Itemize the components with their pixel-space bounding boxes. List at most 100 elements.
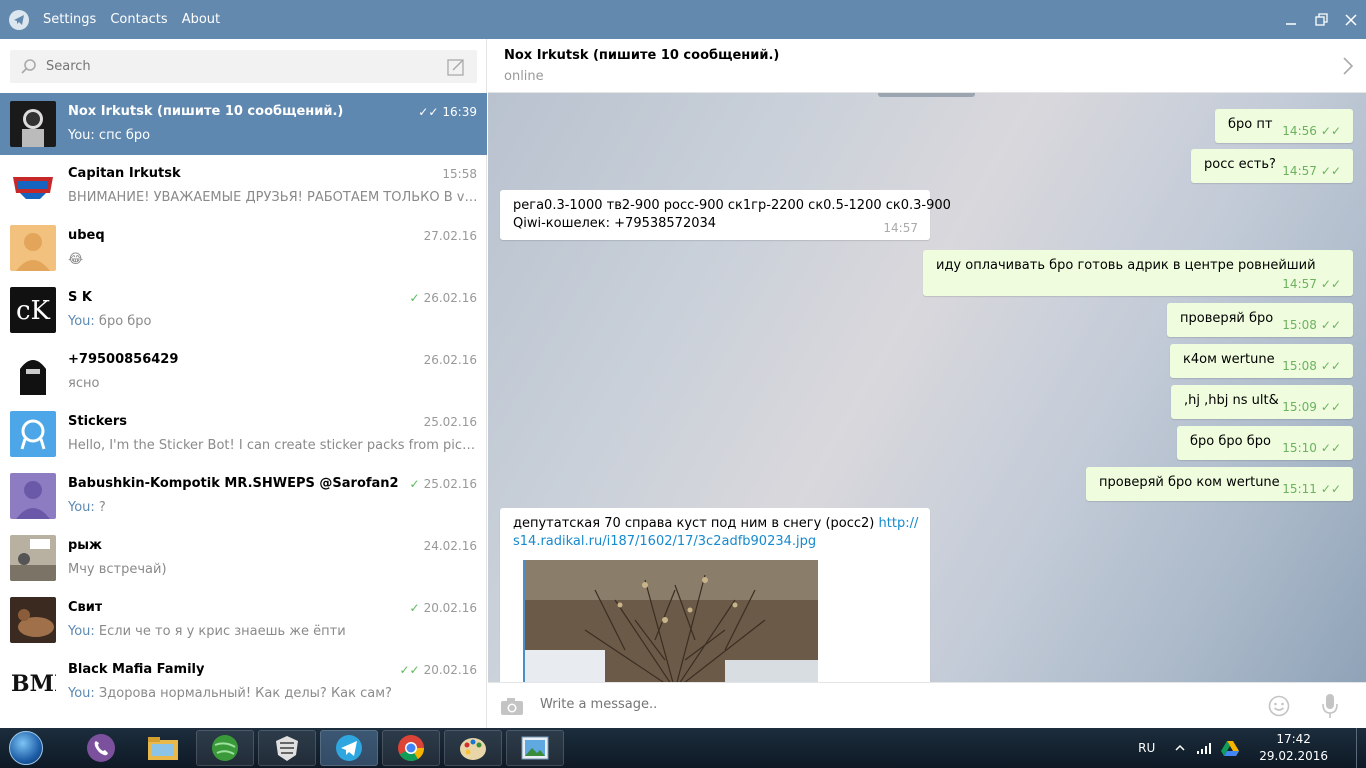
clock-time: 17:42	[1276, 732, 1311, 746]
outgoing-message[interactable]: бро пт 14:56 ✓✓	[1215, 109, 1353, 143]
menu-settings[interactable]: Settings	[43, 12, 96, 27]
dialog-name: Stickers	[68, 414, 128, 429]
dialog-item[interactable]: ubeq 27.02.16 😂	[0, 217, 487, 279]
message-history[interactable]: бро пт 14:56 ✓✓ росс есть? 14:57 ✓✓ рега0.…	[488, 93, 1366, 682]
double-check-icon: ✓✓	[1320, 400, 1341, 414]
chat-title: Nox Irkutsk (пишите 10 сообщений.)	[504, 48, 780, 63]
outgoing-message[interactable]: к4ом wertune 15:08 ✓✓	[1170, 344, 1353, 378]
dialog-item[interactable]: BMF Black Mafia Family ✓✓20.02.16 You: З…	[0, 651, 487, 713]
dialogs-panel: Nox Irkutsk (пишите 10 сообщений.) ✓✓16:…	[0, 39, 487, 728]
dialog-item[interactable]: рыж 24.02.16 Мчу встречай)	[0, 527, 487, 589]
dialog-date: ✓✓ 16:39	[418, 105, 477, 119]
dialog-date: ✓✓ 20.02.16	[399, 663, 477, 677]
double-check-icon: ✓✓	[1320, 482, 1341, 496]
chevron-right-icon[interactable]	[1342, 56, 1354, 76]
avatar: BMF	[10, 659, 56, 705]
dialog-preview: You: бро бро	[68, 314, 152, 329]
file-explorer-icon[interactable]	[134, 730, 192, 766]
telegram-logo-icon	[9, 9, 29, 30]
dialog-date: ✓ 20.02.16	[409, 601, 478, 615]
message-time: 14:56 ✓✓	[1282, 124, 1341, 138]
message-text: ,hj ,hbj ns ult&	[1184, 393, 1279, 408]
clock-date: 29.02.2016	[1259, 749, 1328, 763]
avatar	[10, 597, 56, 643]
globe-app-icon[interactable]	[196, 730, 254, 766]
restore-icon[interactable]	[1306, 0, 1336, 39]
dialog-item[interactable]: Nox Irkutsk (пишите 10 сообщений.) ✓✓ 16:…	[0, 93, 487, 155]
search-icon	[21, 58, 36, 74]
dialog-preview: You: Здорова нормальный! Как делы? Как с…	[68, 686, 392, 701]
camera-icon[interactable]	[500, 696, 524, 716]
outgoing-message[interactable]: бро бро бро 15:10 ✓✓	[1177, 426, 1353, 460]
dialog-date: ✓ 26.02.16	[409, 291, 478, 305]
viber-icon[interactable]	[72, 730, 130, 766]
tray-expand-icon[interactable]	[1175, 743, 1185, 753]
dialog-item[interactable]: Stickers 25.02.16 Hello, I'm the Sticker…	[0, 403, 487, 465]
double-check-icon: ✓✓	[1320, 318, 1341, 332]
outgoing-message[interactable]: росс есть? 14:57 ✓✓	[1191, 149, 1353, 183]
chat-header[interactable]: Nox Irkutsk (пишите 10 сообщений.) onlin…	[488, 39, 1366, 93]
google-drive-icon[interactable]	[1221, 740, 1240, 756]
message-link[interactable]: s14.radikal.ru/i187/1602/17/3c2adfb90234…	[513, 534, 816, 549]
language-indicator[interactable]: RU	[1138, 741, 1155, 755]
network-signal-icon[interactable]	[1197, 742, 1213, 754]
incoming-message[interactable]: рега0.3-1000 тв2-900 росс-900 ск1гр-2200…	[500, 190, 951, 240]
message-text: росс есть?	[1204, 157, 1276, 172]
outgoing-message[interactable]: ,hj ,hbj ns ult& 15:09 ✓✓	[1171, 385, 1353, 419]
photo-viewer-icon[interactable]	[506, 730, 564, 766]
taskbar: RU 17:42 29.02.2016	[0, 728, 1366, 768]
close-icon[interactable]	[1336, 0, 1366, 39]
dialog-preview: ВНИМАНИЕ! УВАЖАЕМЫЕ ДРУЗЬЯ! РАБОТАЕМ ТОЛ…	[68, 190, 478, 205]
microphone-icon[interactable]	[1322, 693, 1338, 719]
chrome-icon[interactable]	[382, 730, 440, 766]
dialog-date: 24.02.16	[423, 539, 477, 553]
dialog-preview: You: Если че то я у крис знаешь же ёпти	[68, 624, 346, 639]
message-input[interactable]	[540, 697, 1240, 712]
check-icon: ✓	[409, 291, 420, 305]
avatar: cK	[10, 287, 56, 333]
shield-app-icon[interactable]	[258, 730, 316, 766]
chat-panel: Nox Irkutsk (пишите 10 сообщений.) onlin…	[488, 39, 1366, 728]
clock[interactable]: 17:42 29.02.2016	[1259, 731, 1328, 765]
compose-icon[interactable]	[447, 58, 465, 76]
message-text: депутатская 70 справа куст под ним в сне…	[513, 516, 919, 531]
dialog-date: 27.02.16	[423, 229, 477, 243]
show-desktop-button[interactable]	[1356, 728, 1366, 768]
dialog-item[interactable]: Свит ✓ 20.02.16 You: Если че то я у крис …	[0, 589, 487, 651]
message-time: 14:57	[883, 221, 918, 235]
dialog-item[interactable]: +79500856429 26.02.16 ясно	[0, 341, 487, 403]
double-check-icon: ✓✓	[1320, 441, 1341, 455]
message-time: 15:09 ✓✓	[1282, 400, 1341, 414]
message-time: 15:11 ✓✓	[1282, 482, 1341, 496]
outgoing-message[interactable]: иду оплачивать бро готовь адрик в центре…	[923, 250, 1353, 296]
message-link[interactable]: http://	[879, 516, 919, 531]
dialog-item[interactable]: Capitan Irkutsk 15:58 ВНИМАНИЕ! УВАЖАЕМЫ…	[0, 155, 487, 217]
dialog-date: 25.02.16	[423, 415, 477, 429]
incoming-message[interactable]: депутатская 70 справа куст под ним в сне…	[500, 508, 930, 682]
search-input[interactable]	[46, 59, 426, 74]
minimize-icon[interactable]	[1276, 0, 1306, 39]
start-button[interactable]	[6, 728, 46, 768]
message-text: иду оплачивать бро готовь адрик в центре…	[936, 258, 1316, 273]
message-text: бро бро бро	[1190, 434, 1271, 449]
message-time: 14:57 ✓✓	[1282, 164, 1341, 178]
paint-icon[interactable]	[444, 730, 502, 766]
dialog-item[interactable]: cK S K ✓ 26.02.16 You: бро бро	[0, 279, 487, 341]
dialog-preview: 😂	[68, 252, 84, 267]
scrollbar[interactable]	[878, 93, 975, 97]
link-preview-image[interactable]	[523, 560, 818, 682]
menu-contacts[interactable]: Contacts	[110, 12, 167, 27]
dialog-name: Babushkin-Kompotik MR.SHWEPS @Sarofan2	[68, 476, 398, 491]
emoji-icon[interactable]	[1268, 695, 1290, 717]
outgoing-message[interactable]: проверяй бро ком wertune 15:11 ✓✓	[1086, 467, 1353, 501]
message-time: 15:10 ✓✓	[1282, 441, 1341, 455]
dialog-name: Nox Irkutsk (пишите 10 сообщений.)	[68, 104, 344, 119]
dialog-name: Capitan Irkutsk	[68, 166, 181, 181]
telegram-taskbar-icon[interactable]	[320, 730, 378, 766]
check-icon: ✓	[409, 477, 420, 491]
dialog-item[interactable]: Babushkin-Kompotik MR.SHWEPS @Sarofan2 ✓…	[0, 465, 487, 527]
outgoing-message[interactable]: проверяй бро 15:08 ✓✓	[1167, 303, 1353, 337]
menu-about[interactable]: About	[182, 12, 220, 27]
dialog-preview: You: спс бро	[68, 128, 151, 143]
search-bar[interactable]	[10, 50, 477, 83]
